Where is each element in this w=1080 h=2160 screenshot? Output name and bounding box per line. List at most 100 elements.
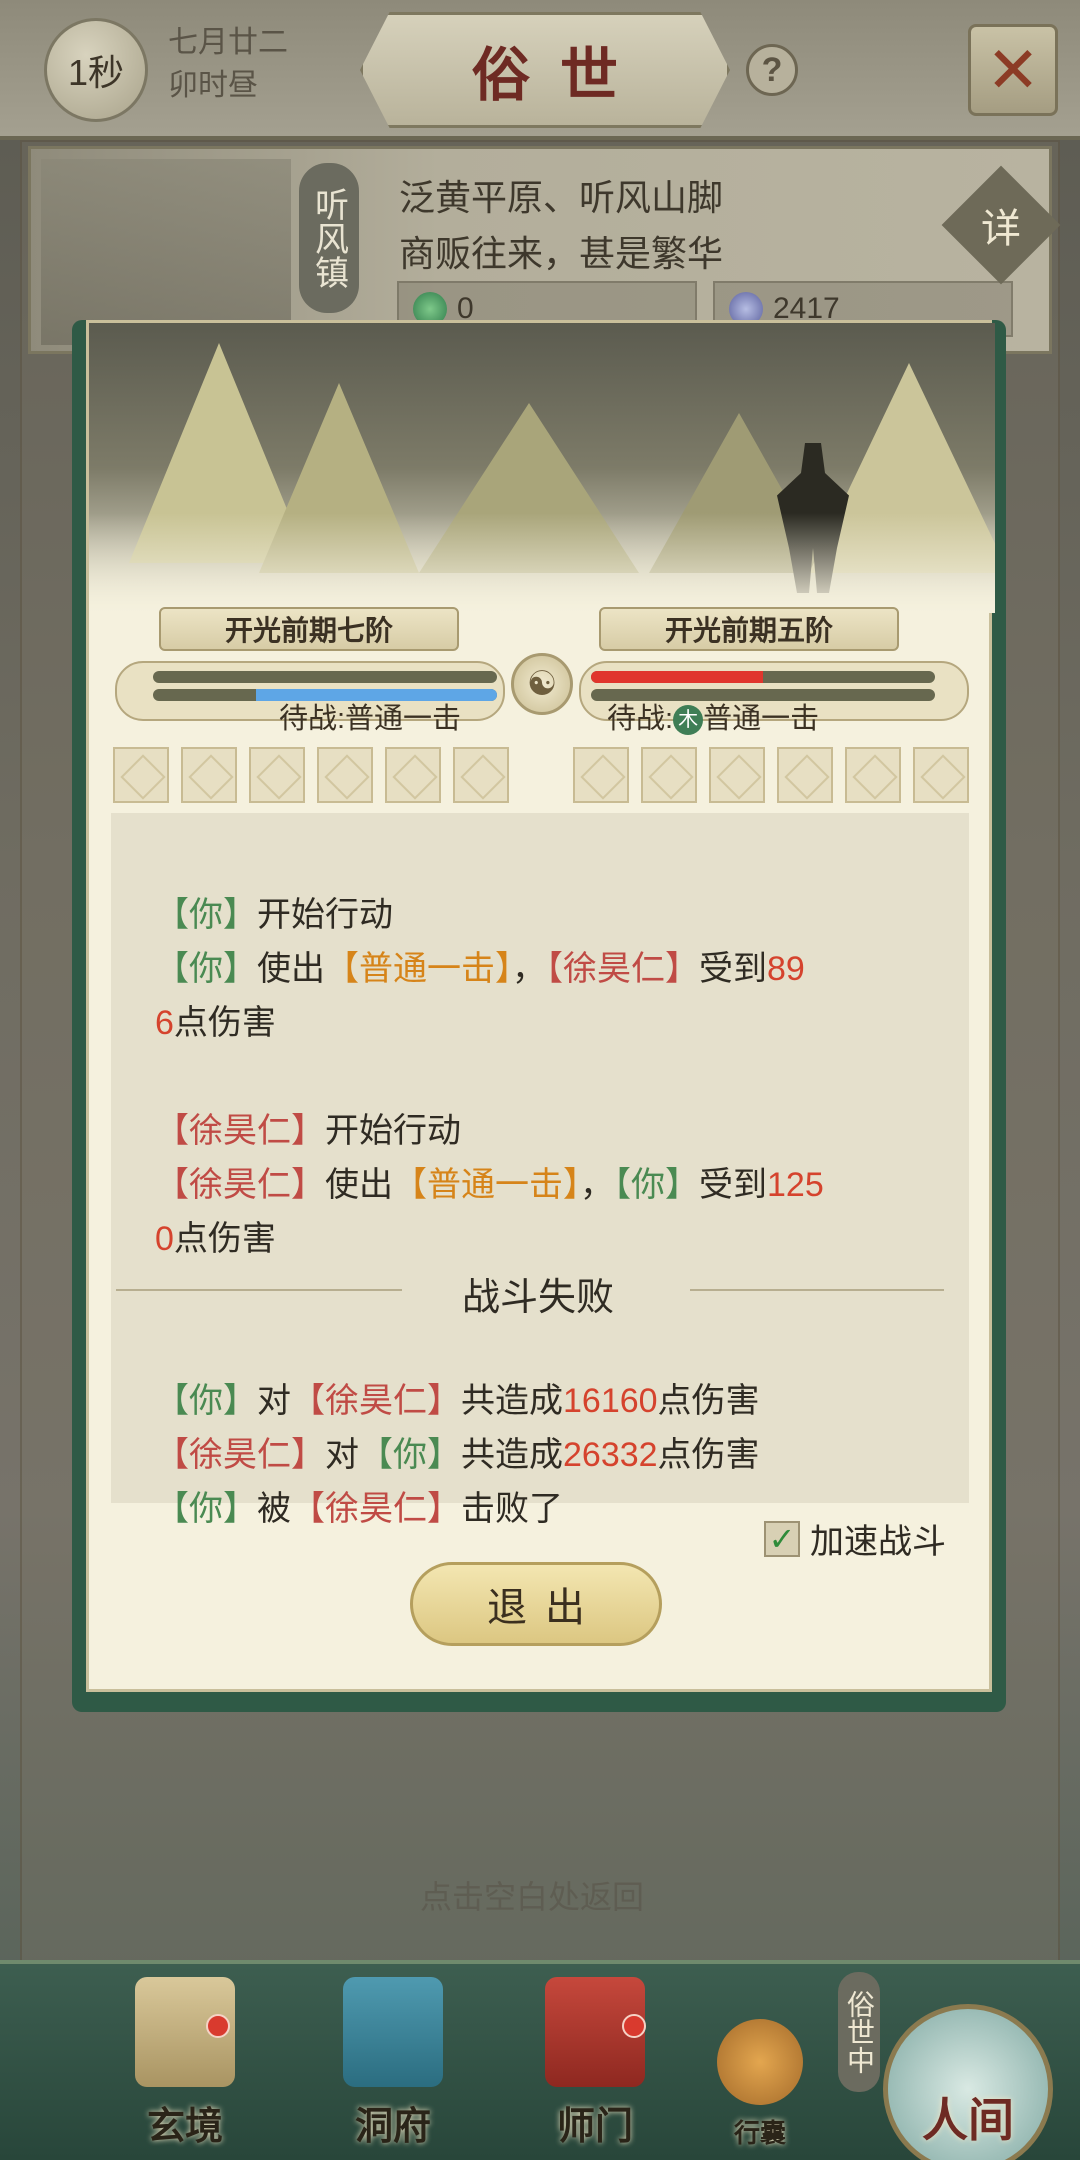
skill-slot[interactable]: [249, 747, 305, 803]
mist-overlay: [89, 513, 995, 613]
wood-element-icon: 木: [673, 705, 704, 736]
player-hp-bar: [153, 671, 497, 683]
skill-slot[interactable]: [181, 747, 237, 803]
log-skill: 【普通一击】: [393, 1166, 580, 1204]
notification-dot: [206, 2014, 230, 2038]
skill-slot[interactable]: [709, 747, 765, 803]
enemy-standby: 待战: 木普通一击: [607, 695, 819, 737]
log-actor-you: 【你】: [359, 1436, 461, 1474]
lunar-date: 七月廿二: [168, 26, 288, 59]
exit-button[interactable]: 退出: [410, 1562, 662, 1646]
log-damage: 89: [767, 950, 805, 988]
skill-slot[interactable]: [641, 747, 697, 803]
summary-line: 【徐昊仁】对【你】共造成26332点伤害: [155, 1427, 760, 1476]
detail-button[interactable]: 详: [941, 165, 1061, 285]
skill-slot[interactable]: [385, 747, 441, 803]
mountain-scenery: [89, 323, 995, 613]
log-actor-enemy: 【徐昊仁】: [546, 950, 699, 988]
skill-slot[interactable]: [777, 747, 833, 803]
log-text: 被: [257, 1490, 291, 1528]
log-damage: 6: [155, 1004, 174, 1042]
battle-result-title: 战斗失败: [462, 1277, 615, 1319]
log-damage: 26332: [563, 1436, 658, 1474]
checkbox-checked-icon[interactable]: ✓: [764, 1520, 800, 1557]
log-text: 对: [257, 1382, 291, 1420]
log-actor-enemy: 【徐昊仁】: [291, 1490, 461, 1528]
summary-line: 【你】对【徐昊仁】共造成16160点伤害: [155, 1373, 760, 1422]
location-desc-line1: 泛黄平原、听风山脚: [399, 177, 724, 218]
log-line: 0点伤害: [155, 1211, 276, 1260]
taiji-icon: ☯: [511, 653, 573, 715]
nav-dongfu[interactable]: 洞府: [318, 1964, 468, 2160]
location-desc-line2: 商贩往来，甚是繁华: [399, 233, 724, 274]
log-line: 【徐昊仁】使出【普通一击】，【你】受到125: [155, 1157, 824, 1206]
player-standby: 待战:普通一击: [279, 703, 462, 735]
log-line: 【你】开始行动: [155, 887, 393, 936]
log-actor-enemy: 【徐昊仁】: [155, 1112, 325, 1150]
crossed-swords-close-icon[interactable]: ✕: [968, 24, 1058, 116]
log-text: 点伤害: [173, 1004, 276, 1042]
log-text: 共造成: [461, 1382, 563, 1420]
log-line: 【徐昊仁】开始行动: [155, 1103, 461, 1152]
log-actor-you: 【你】: [155, 1490, 257, 1528]
log-text: 开始行动: [257, 896, 393, 934]
battle-panel: 开光前期七阶 开光前期五阶 ☯ 待战:普通一击 待战: 木普通一击 【你】开始行…: [86, 320, 995, 1692]
log-text: 点伤害: [657, 1382, 760, 1420]
question-icon[interactable]: ?: [746, 44, 798, 96]
log-line: 【你】使出【普通一击】，【徐昊仁】受到89: [155, 941, 805, 990]
nav-xuanjing[interactable]: 玄境: [110, 1964, 260, 2160]
skill-slot[interactable]: [453, 747, 509, 803]
skill-slot[interactable]: [113, 747, 169, 803]
log-text: 受到: [699, 950, 767, 988]
nav-label: 洞府: [354, 2103, 431, 2148]
tap-blank-to-return-hint[interactable]: 点击空白处返回: [420, 1872, 644, 1918]
enemy-skill-slots: [573, 747, 981, 803]
speed-battle-toggle[interactable]: ✓ 加速战斗: [764, 1514, 946, 1563]
nav-label: 行囊: [733, 2119, 786, 2149]
nav-label: 人间: [922, 2093, 1014, 2147]
log-actor-enemy: 【徐昊仁】: [291, 1382, 461, 1420]
skill-slot[interactable]: [913, 747, 969, 803]
skill-slot[interactable]: [317, 747, 373, 803]
enemy-rank: 开光前期五阶: [599, 607, 899, 651]
detail-label: 详: [981, 206, 1021, 252]
log-text: 点伤害: [657, 1436, 760, 1474]
title-plate: 俗世: [360, 12, 730, 128]
nav-label: 师门: [556, 2103, 633, 2148]
pouch-icon: [717, 2019, 803, 2105]
status-tag: 俗世中: [838, 1972, 880, 2092]
log-text: 对: [325, 1436, 359, 1474]
log-text: 使出: [257, 950, 325, 988]
log-actor-enemy: 【徐昊仁】: [155, 1166, 325, 1204]
battle-log[interactable]: 【你】开始行动 【你】使出【普通一击】，【徐昊仁】受到89 6点伤害 【徐昊仁】…: [111, 813, 969, 1528]
notification-dot: [622, 2014, 646, 2038]
skill-slot[interactable]: [573, 747, 629, 803]
log-skill: 【普通一击】: [325, 950, 512, 988]
result-divider-left: [116, 1289, 402, 1291]
player-skill-slots: [113, 747, 521, 803]
log-text: 点伤害: [173, 1220, 276, 1258]
time-of-day: 卯时昼: [168, 69, 258, 102]
log-damage: 16160: [563, 1382, 658, 1420]
page-title: 俗世: [471, 41, 648, 109]
battle-popup: 开光前期七阶 开光前期五阶 ☯ 待战:普通一击 待战: 木普通一击 【你】开始行…: [72, 320, 1006, 1712]
nav-renjian[interactable]: 人间: [868, 1964, 1068, 2160]
location-name: 听风镇: [299, 163, 359, 313]
pavilion-illustration: [41, 159, 291, 345]
log-text: ，: [512, 950, 546, 988]
enemy-standby-prefix: 待战:: [607, 703, 674, 735]
log-damage: 0: [155, 1220, 174, 1258]
nav-label: 玄境: [146, 2103, 223, 2148]
log-text: 开始行动: [325, 1112, 461, 1150]
summary-line: 【你】被【徐昊仁】击败了: [155, 1481, 563, 1530]
log-damage: 125: [767, 1166, 824, 1204]
player-rank: 开光前期七阶: [159, 607, 459, 651]
nav-xingnang[interactable]: 行囊: [700, 1964, 820, 2160]
enemy-hp-fill: [591, 671, 763, 683]
log-text: 使出: [325, 1166, 393, 1204]
log-actor-you: 【你】: [614, 1166, 699, 1204]
speed-battle-label: 加速战斗: [810, 1523, 946, 1561]
skill-slot[interactable]: [845, 747, 901, 803]
log-text: 击败了: [461, 1490, 563, 1528]
nav-shimen[interactable]: 师门: [520, 1964, 670, 2160]
